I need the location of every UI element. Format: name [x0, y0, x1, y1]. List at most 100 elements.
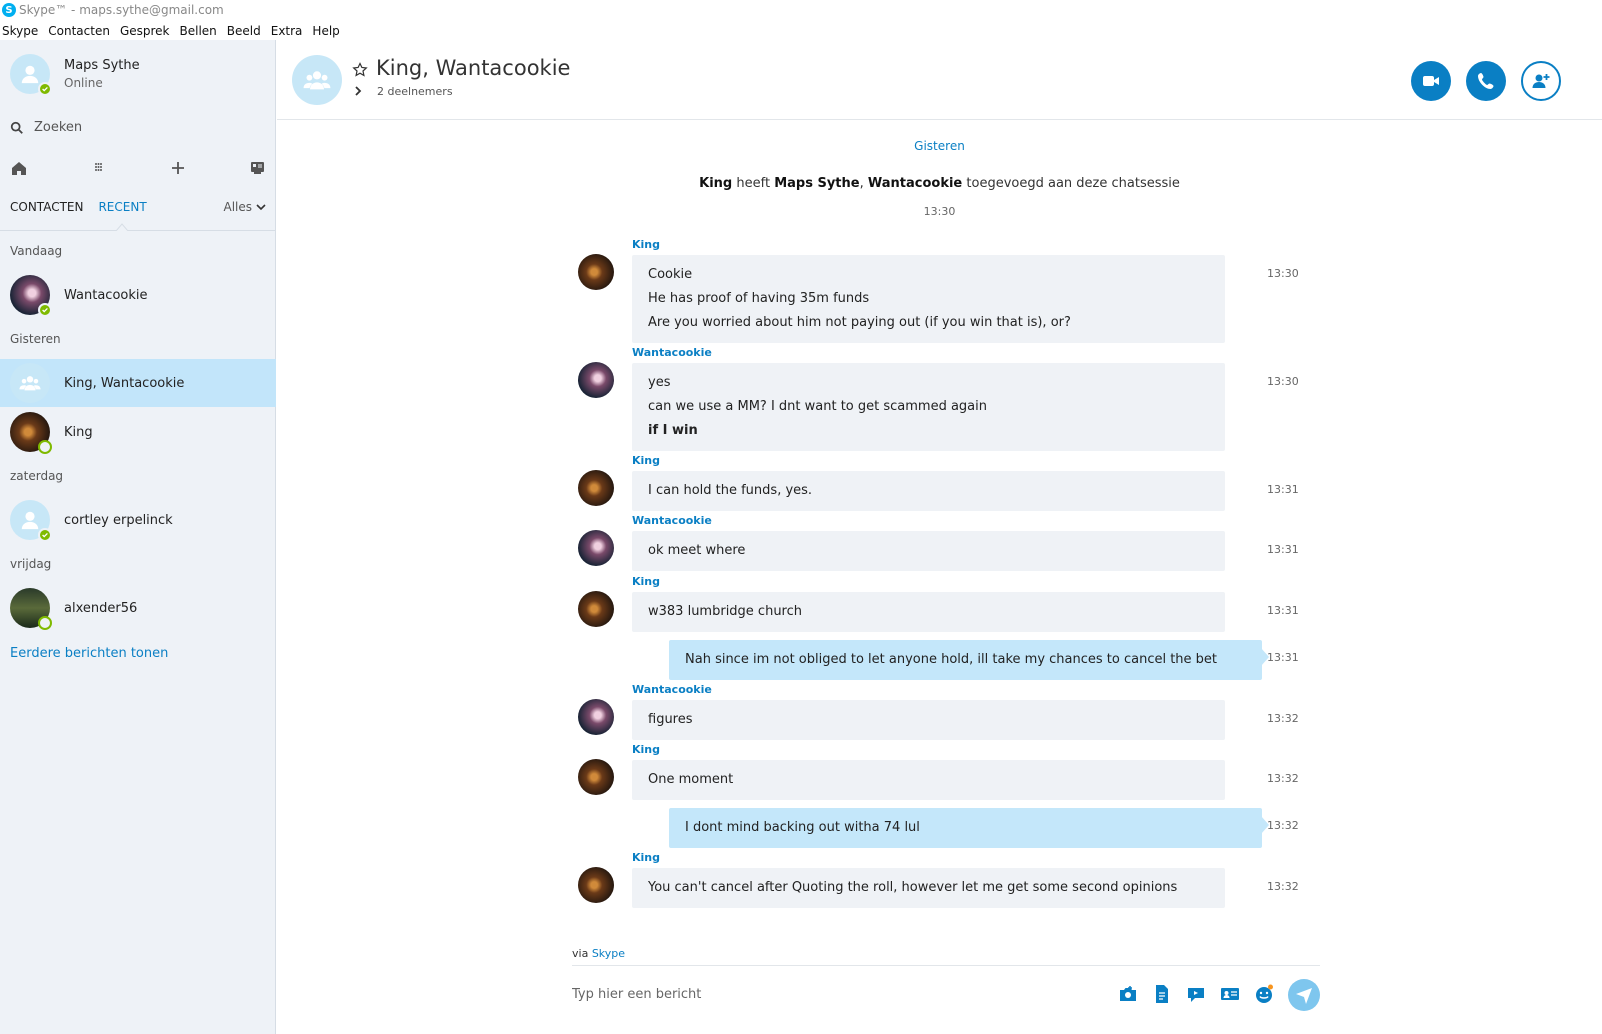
message-time: 13:31 [1267, 651, 1299, 664]
message-line: I can hold the funds, yes. [648, 483, 813, 498]
system-sep: , [859, 176, 864, 191]
status-icon [38, 440, 52, 454]
avatar[interactable] [578, 530, 614, 566]
menu-bar: Skype Contacten Gesprek Bellen Beeld Ext… [0, 21, 348, 41]
address-book-icon[interactable] [248, 159, 266, 177]
message-line: if I win [648, 423, 698, 438]
contact-name: cortley erpelinck [64, 512, 173, 528]
menu-extra[interactable]: Extra [271, 24, 303, 38]
system-message: King heeft Maps Sythe, Wantacookie toege… [277, 176, 1602, 191]
message-bubble[interactable]: figures [632, 700, 1225, 740]
outgoing-message-bubble[interactable]: I dont mind backing out witha 74 lul [669, 808, 1269, 848]
message-sender[interactable]: King [632, 743, 660, 756]
message-sender[interactable]: Wantacookie [632, 683, 712, 696]
menu-skype[interactable]: Skype [2, 24, 38, 38]
system-message-time: 13:30 [923, 205, 956, 218]
send-photo-icon[interactable] [1118, 984, 1138, 1004]
contact-item-cortley[interactable]: cortley erpelinck [0, 496, 276, 544]
message-bubble[interactable]: Cookie He has proof of having 35m funds … [632, 255, 1225, 343]
avatar[interactable] [578, 867, 614, 903]
tab-contacten[interactable]: CONTACTEN [10, 200, 83, 214]
user-icon [21, 65, 39, 84]
menu-gesprek[interactable]: Gesprek [120, 24, 170, 38]
conversation-pane[interactable]: Gisteren King heeft Maps Sythe, Wantacoo… [277, 121, 1602, 951]
via-skype-link[interactable]: Skype [592, 947, 625, 960]
message-line: can we use a MM? I dnt want to get scamm… [648, 399, 988, 414]
conversation-avatar[interactable] [292, 55, 342, 105]
message-sender[interactable]: King [632, 851, 660, 864]
contact-item-wantacookie[interactable]: Wantacookie [0, 271, 276, 319]
contact-item-king-wantacookie[interactable]: King, Wantacookie [0, 359, 276, 407]
message-sender[interactable]: Wantacookie [632, 346, 712, 359]
message-bubble[interactable]: I can hold the funds, yes. [632, 471, 1225, 511]
message-bubble[interactable]: yes can we use a MM? I dnt want to get s… [632, 363, 1225, 451]
avatar[interactable] [578, 362, 614, 398]
group-label-today: Vandaag [10, 244, 63, 258]
show-older-messages-link[interactable]: Eerdere berichten tonen [10, 646, 168, 661]
send-contact-icon[interactable] [1220, 984, 1240, 1004]
dialpad-icon[interactable] [89, 159, 107, 177]
message-bubble[interactable]: One moment [632, 760, 1225, 800]
add-participant-button[interactable] [1521, 61, 1561, 101]
send-file-icon[interactable] [1152, 984, 1172, 1004]
video-message-icon[interactable] [1186, 984, 1206, 1004]
message-input[interactable] [572, 980, 1072, 1008]
group-label-friday: vrijdag [10, 557, 52, 571]
message-line: Are you worried about him not paying out… [648, 315, 1071, 330]
send-button[interactable] [1288, 979, 1320, 1011]
group-icon [19, 376, 41, 391]
message-sender[interactable]: King [632, 575, 660, 588]
avatar[interactable] [578, 699, 614, 735]
home-icon[interactable] [10, 159, 28, 177]
message-time: 13:30 [1267, 267, 1299, 280]
participants-count[interactable]: 2 deelnemers [377, 85, 453, 98]
message-line: figures [648, 712, 693, 727]
outgoing-message-bubble[interactable]: Nah since im not obliged to let anyone h… [669, 640, 1269, 680]
message-bubble[interactable]: w383 lumbridge church [632, 592, 1225, 632]
system-actor: King [699, 176, 733, 191]
message-bubble[interactable]: You can't cancel after Quoting the roll,… [632, 868, 1225, 908]
voice-call-button[interactable] [1466, 61, 1506, 101]
message-time: 13:31 [1267, 543, 1299, 556]
message-time: 13:32 [1267, 772, 1299, 785]
message-bubble[interactable]: ok meet where [632, 531, 1225, 571]
avatar[interactable] [578, 470, 614, 506]
favorite-star-icon[interactable] [352, 62, 368, 78]
filter-dropdown[interactable]: Alles [223, 200, 266, 214]
system-rest: toegevoegd aan deze chatsessie [966, 176, 1180, 191]
tabs-divider [0, 230, 276, 231]
message-sender[interactable]: King [632, 238, 660, 251]
avatar[interactable] [578, 254, 614, 290]
system-added-1: Maps Sythe [774, 176, 860, 191]
avatar [10, 588, 52, 630]
emoticon-icon[interactable] [1254, 984, 1274, 1004]
profile-avatar[interactable] [10, 54, 52, 96]
avatar[interactable] [578, 759, 614, 795]
date-separator: Gisteren [914, 139, 965, 153]
menu-help[interactable]: Help [312, 24, 339, 38]
video-call-button[interactable] [1411, 61, 1451, 101]
avatar [10, 500, 52, 542]
status-icon [38, 616, 52, 630]
search-box[interactable]: Zoeken [10, 120, 82, 135]
menu-beeld[interactable]: Beeld [227, 24, 261, 38]
contact-item-alxender56[interactable]: alxender56 [0, 584, 276, 632]
tab-recent[interactable]: RECENT [98, 200, 146, 214]
message-time: 13:32 [1267, 880, 1299, 893]
skype-logo-icon: S [2, 3, 16, 17]
message-sender[interactable]: Wantacookie [632, 514, 712, 527]
via-label: via Skype [572, 947, 625, 960]
contact-item-king[interactable]: King [0, 408, 276, 456]
chat-header: King, Wantacookie 2 deelnemers [277, 40, 1602, 120]
message-time: 13:31 [1267, 483, 1299, 496]
profile[interactable]: Maps Sythe Online [10, 54, 140, 96]
message-line: Nah since im not obliged to let anyone h… [685, 652, 1218, 667]
message-sender[interactable]: King [632, 454, 660, 467]
chevron-right-icon[interactable] [353, 86, 363, 96]
message-line: I dont mind backing out witha 74 lul [685, 820, 920, 835]
message-line: You can't cancel after Quoting the roll,… [648, 880, 1178, 895]
add-icon[interactable] [169, 159, 187, 177]
menu-contacten[interactable]: Contacten [48, 24, 110, 38]
avatar[interactable] [578, 591, 614, 627]
menu-bellen[interactable]: Bellen [180, 24, 217, 38]
